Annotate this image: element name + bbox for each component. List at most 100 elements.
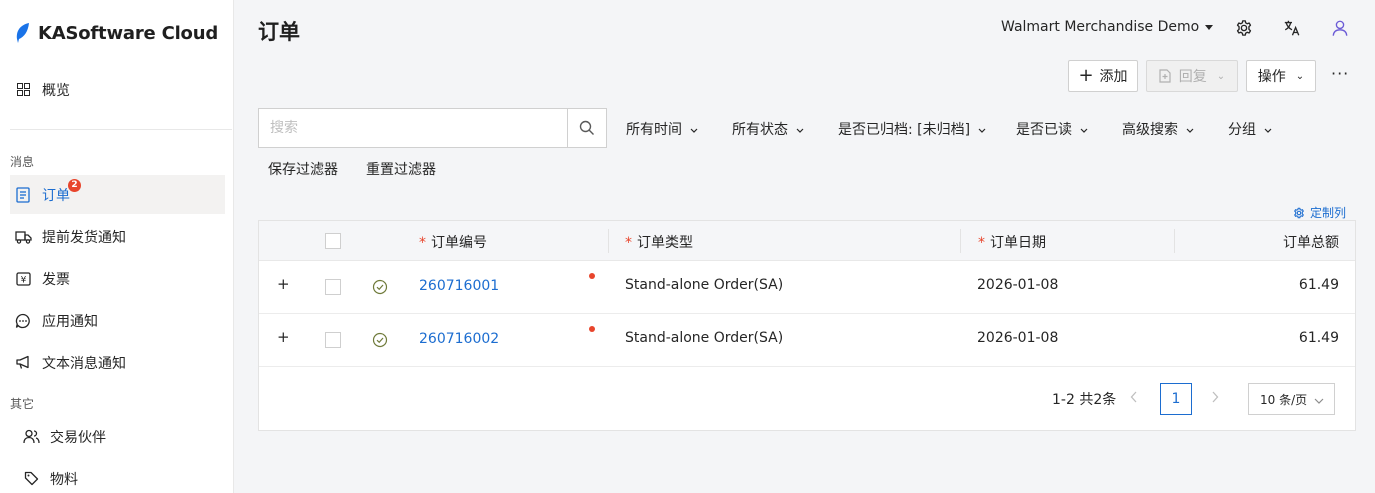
pagination-total: 1-2 共2条: [1052, 392, 1117, 408]
order-date: 2026-01-08: [977, 330, 1059, 346]
order-date: 2026-01-08: [977, 277, 1059, 293]
reset-filter-link[interactable]: 重置过滤器: [366, 159, 436, 179]
sidebar-divider: [10, 129, 232, 130]
sidebar-section-messages: 消息: [10, 155, 35, 169]
page-size-select[interactable]: 10 条/页: [1248, 383, 1335, 415]
grid-icon: [14, 81, 32, 99]
document-icon: [14, 186, 32, 204]
brand-logo[interactable]: KASoftware Cloud: [14, 20, 218, 46]
more-options-icon[interactable]: ···: [1331, 64, 1349, 83]
column-separator: [960, 229, 961, 253]
sidebar-item-orders[interactable]: 订单 2: [10, 175, 225, 214]
plus-icon: +: [1078, 65, 1094, 86]
column-header-order-no[interactable]: * 订单编号: [419, 232, 487, 252]
orders-table: * 订单编号 * 订单类型 * 订单日期 订单总额 + 260716001 Stand…: [258, 220, 1356, 431]
reply-button[interactable]: 回复 ⌄: [1146, 60, 1238, 92]
sidebar-item-label: 订单: [42, 187, 70, 204]
brand-name: KASoftware Cloud: [38, 22, 219, 44]
chevron-down-icon: [978, 121, 986, 137]
row-checkbox[interactable]: [325, 332, 341, 348]
check-circle-icon: [372, 279, 388, 295]
chevron-down-icon: [1314, 393, 1324, 407]
column-header-order-total[interactable]: 订单总额: [1283, 232, 1339, 252]
sidebar-item-label: 应用通知: [42, 313, 98, 330]
unread-dot: [589, 273, 595, 279]
expand-row-icon[interactable]: +: [277, 328, 290, 346]
user-icon[interactable]: [1330, 18, 1350, 38]
page-number-button[interactable]: 1: [1160, 383, 1192, 415]
sidebar-section-other: 其它: [10, 397, 35, 411]
save-filter-link[interactable]: 保存过滤器: [268, 159, 338, 179]
customize-columns-link[interactable]: 定制列: [1293, 204, 1346, 221]
chevron-down-icon: ⌄: [1216, 70, 1226, 82]
search-icon: [579, 120, 594, 135]
sidebar-item-overview[interactable]: 概览: [10, 70, 225, 109]
table-header: * 订单编号 * 订单类型 * 订单日期 订单总额: [259, 221, 1355, 261]
sidebar: KASoftware Cloud 概览 消息 订单 2 提前发货通知 ¥ 发票 …: [0, 0, 234, 493]
svg-text:¥: ¥: [20, 275, 26, 285]
filter-status[interactable]: 所有状态: [732, 119, 804, 139]
filter-advanced-search[interactable]: 高级搜索: [1122, 119, 1194, 139]
add-button[interactable]: + 添加: [1068, 60, 1138, 92]
notification-badge: 2: [68, 179, 81, 192]
users-icon: [22, 428, 40, 446]
org-selector[interactable]: Walmart Merchandise Demo: [1001, 19, 1214, 35]
reply-doc-icon: [1159, 69, 1171, 83]
unread-dot: [589, 326, 595, 332]
truck-icon: [14, 228, 32, 246]
row-checkbox[interactable]: [325, 279, 341, 295]
leaf-icon: [16, 23, 29, 43]
megaphone-icon: [14, 354, 32, 372]
table-row[interactable]: + 260716002 Stand-alone Order(SA) 2026-0…: [259, 314, 1355, 367]
prev-page-icon[interactable]: [1130, 391, 1138, 407]
sidebar-item-label: 物料: [50, 471, 78, 488]
chevron-down-icon: [1264, 121, 1272, 137]
filter-time[interactable]: 所有时间: [626, 119, 698, 139]
filter-read[interactable]: 是否已读: [1016, 119, 1088, 139]
caret-down-icon: [1205, 24, 1214, 30]
sidebar-item-partners[interactable]: 交易伙伴: [10, 417, 225, 456]
settings-gear-icon[interactable]: [1234, 18, 1254, 38]
chat-bubble-icon: [14, 312, 32, 330]
tag-icon: [22, 470, 40, 488]
sidebar-item-text-notice[interactable]: 文本消息通知: [10, 343, 225, 382]
actions-button[interactable]: 操作 ⌄: [1246, 60, 1316, 92]
search-button[interactable]: [567, 109, 606, 147]
gear-icon: [1294, 207, 1304, 218]
order-type: Stand-alone Order(SA): [625, 277, 784, 293]
column-header-order-date[interactable]: * 订单日期: [978, 232, 1046, 252]
chevron-down-icon: [796, 121, 804, 137]
sidebar-item-label: 概览: [42, 82, 70, 99]
sidebar-item-materials[interactable]: 物料: [10, 459, 225, 493]
order-number-link[interactable]: 260716001: [419, 278, 499, 294]
check-circle-icon: [372, 332, 388, 348]
sidebar-item-invoice[interactable]: ¥ 发票: [10, 259, 225, 298]
page-title: 订单: [258, 20, 300, 44]
sidebar-item-label: 交易伙伴: [50, 429, 106, 446]
column-separator: [608, 229, 609, 253]
table-row[interactable]: + 260716001 Stand-alone Order(SA) 2026-0…: [259, 261, 1355, 314]
filter-archived[interactable]: 是否已归档: [未归档]: [838, 119, 986, 139]
order-number-link[interactable]: 260716002: [419, 331, 499, 347]
chevron-down-icon: [1186, 121, 1194, 137]
filter-group[interactable]: 分组: [1228, 119, 1272, 139]
sidebar-item-label: 文本消息通知: [42, 355, 126, 372]
chevron-down-icon: ⌄: [1295, 70, 1305, 82]
order-type: Stand-alone Order(SA): [625, 330, 784, 346]
next-page-icon[interactable]: [1211, 391, 1219, 407]
sidebar-item-label: 发票: [42, 271, 70, 288]
chevron-down-icon: [1080, 121, 1088, 137]
order-total: 61.49: [1298, 330, 1339, 346]
sidebar-item-app-notice[interactable]: 应用通知: [10, 301, 225, 340]
select-all-checkbox[interactable]: [325, 233, 341, 249]
expand-row-icon[interactable]: +: [277, 275, 290, 293]
search-input[interactable]: [259, 109, 567, 147]
sidebar-item-label: 提前发货通知: [42, 229, 126, 246]
chevron-down-icon: [690, 121, 698, 137]
column-separator: [1174, 229, 1175, 253]
search-box: [258, 108, 607, 148]
org-name: Walmart Merchandise Demo: [1001, 19, 1200, 35]
sidebar-item-asn[interactable]: 提前发货通知: [10, 217, 225, 256]
column-header-order-type[interactable]: * 订单类型: [625, 232, 693, 252]
translate-icon[interactable]: [1282, 18, 1302, 38]
